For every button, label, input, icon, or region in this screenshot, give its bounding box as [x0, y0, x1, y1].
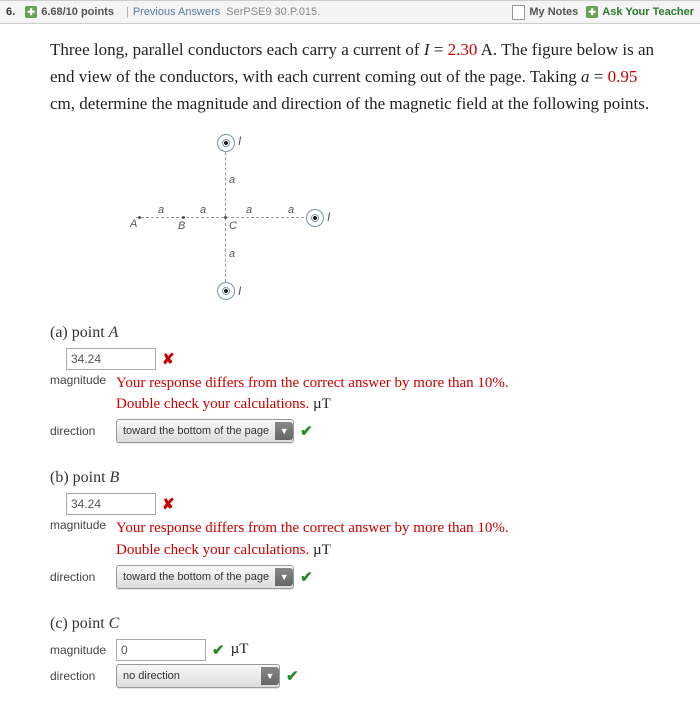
- points-badge-icon: ✚: [25, 6, 37, 18]
- separator: |: [126, 6, 129, 18]
- point-B-label: B: [178, 220, 185, 232]
- part-a-label: (a) point A: [50, 324, 660, 342]
- unit-uT: µT: [313, 396, 331, 412]
- part-c-label: (c) point C: [50, 615, 660, 633]
- part-b: (b) point B m ✘ magnitude Your response …: [50, 469, 660, 589]
- point-C-label: C: [229, 220, 237, 232]
- a-value: 0.95: [608, 67, 638, 86]
- wire-bottom-label: I: [238, 284, 241, 298]
- incorrect-icon: ✘: [162, 495, 175, 513]
- ask-icon: ✚: [586, 6, 598, 18]
- magnitude-label: magnitude: [50, 518, 110, 532]
- my-notes-button[interactable]: My Notes: [512, 5, 578, 20]
- part-c: (c) point C magnitude ✔ µT direction no …: [50, 615, 660, 688]
- unit-uT: µT: [313, 542, 331, 558]
- correct-icon: ✔: [300, 422, 313, 440]
- direction-label: direction: [50, 669, 110, 683]
- chevron-down-icon: ▼: [275, 422, 293, 440]
- fig-a-left2: a: [200, 204, 206, 216]
- part-b-feedback: Your response differs from the correct a…: [116, 518, 509, 562]
- point-A-label: A: [130, 218, 137, 230]
- fig-a-right1: a: [246, 204, 252, 216]
- incorrect-icon: ✘: [162, 350, 175, 368]
- magnitude-label: magnitude: [50, 643, 110, 657]
- magnitude-label: magnitude: [50, 373, 110, 387]
- chevron-down-icon: ▼: [275, 568, 293, 586]
- my-notes-label: My Notes: [529, 6, 578, 18]
- wire-top-label: I: [238, 134, 241, 148]
- question-body: Three long, parallel conductors each car…: [0, 24, 700, 716]
- fig-a-left1: a: [158, 204, 164, 216]
- wire-right: [306, 209, 324, 227]
- wire-top: [217, 134, 235, 152]
- direction-label: direction: [50, 570, 110, 584]
- current-value: 2.30: [448, 40, 478, 59]
- conductor-figure: I I I A B C a a a a a a: [130, 132, 330, 302]
- correct-icon: ✔: [286, 667, 299, 685]
- question-header: 6. ✚ 6.68/10 points | Previous Answers S…: [0, 0, 700, 24]
- wire-bottom: [217, 282, 235, 300]
- part-a: (a) point A m ✘ magnitude Your response …: [50, 324, 660, 444]
- part-a-magnitude-input[interactable]: [66, 348, 156, 370]
- correct-icon: ✔: [212, 641, 225, 659]
- direction-label: direction: [50, 424, 110, 438]
- note-icon: [512, 5, 525, 20]
- part-c-magnitude-input[interactable]: [116, 639, 206, 661]
- question-number: 6.: [6, 6, 15, 18]
- previous-answers-link[interactable]: Previous Answers: [133, 6, 220, 18]
- part-b-direction-select[interactable]: toward the bottom of the page ▼: [116, 565, 294, 589]
- correct-icon: ✔: [300, 568, 313, 586]
- fig-a-right2: a: [288, 204, 294, 216]
- part-a-direction-select[interactable]: toward the bottom of the page ▼: [116, 419, 294, 443]
- unit-uT: µT: [231, 641, 249, 658]
- part-c-direction-select[interactable]: no direction ▼: [116, 664, 280, 688]
- chevron-down-icon: ▼: [261, 667, 279, 685]
- ask-teacher-label: Ask Your Teacher: [602, 6, 694, 18]
- part-a-feedback: Your response differs from the correct a…: [116, 373, 509, 417]
- wire-right-label: I: [327, 210, 330, 224]
- ask-teacher-button[interactable]: ✚ Ask Your Teacher: [586, 6, 694, 18]
- fig-a-bottom: a: [229, 248, 235, 260]
- part-b-label: (b) point B: [50, 469, 660, 487]
- question-stem: Three long, parallel conductors each car…: [50, 36, 660, 118]
- fig-a-top: a: [229, 174, 235, 186]
- part-b-magnitude-input[interactable]: [66, 493, 156, 515]
- source-reference: SerPSE9 30.P.015.: [226, 6, 320, 18]
- points-earned: 6.68/10 points: [41, 6, 114, 18]
